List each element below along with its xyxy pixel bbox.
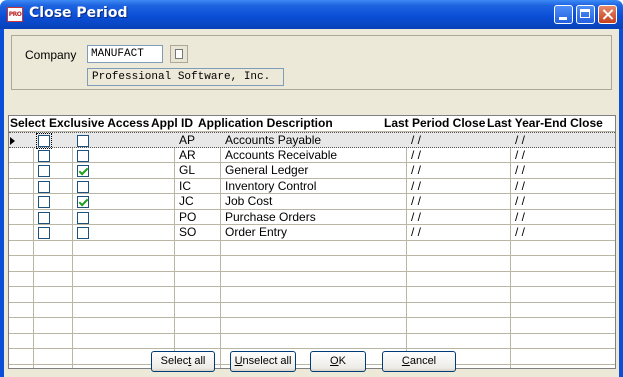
- application-description-cell: Purchase Orders: [225, 210, 316, 224]
- ok-button[interactable]: OK: [310, 351, 366, 372]
- company-label: Company: [25, 48, 77, 62]
- last-year-end-close-cell: / /: [515, 179, 526, 193]
- appl-id-cell: AP: [179, 133, 196, 147]
- appl-id-cell: SO: [179, 225, 197, 239]
- grid-row-line: [9, 348, 615, 349]
- table-row[interactable]: PO Purchase Orders / / / /: [9, 210, 615, 226]
- exclusive-access-checkbox[interactable]: [77, 196, 89, 208]
- col-header-last-year-end-close[interactable]: Last Year-End Close: [487, 116, 603, 131]
- window-frame-right: [619, 29, 623, 377]
- company-code-field[interactable]: MANUFACT: [87, 45, 163, 63]
- application-description-cell: Inventory Control: [225, 179, 317, 193]
- table-row[interactable]: AR Accounts Receivable / / / /: [9, 148, 615, 164]
- cancel-button[interactable]: Cancel: [382, 351, 456, 372]
- last-year-end-close-cell: / /: [515, 225, 526, 239]
- select-checkbox[interactable]: [38, 212, 50, 224]
- application-description-cell: Job Cost: [225, 194, 273, 208]
- table-row[interactable]: AP Accounts Payable / / / /: [9, 132, 615, 149]
- appl-id-cell: AR: [179, 148, 196, 162]
- select-all-button[interactable]: Select all: [151, 351, 215, 372]
- select-checkbox[interactable]: [38, 165, 50, 177]
- appl-id-cell: GL: [179, 163, 196, 177]
- last-period-close-cell: / /: [411, 148, 422, 162]
- grid-row-line: [9, 286, 615, 287]
- last-period-close-cell: / /: [411, 194, 422, 208]
- last-year-end-close-cell: / /: [515, 133, 526, 147]
- col-header-appl-id[interactable]: Appl ID: [151, 116, 193, 131]
- col-header-application-description[interactable]: Application Description: [198, 116, 333, 131]
- maximize-icon[interactable]: [576, 5, 595, 24]
- select-checkbox[interactable]: [38, 227, 50, 239]
- select-checkbox[interactable]: [38, 150, 50, 162]
- last-year-end-close-cell: / /: [515, 194, 526, 208]
- unselect-all-button[interactable]: Unselect all: [230, 351, 296, 372]
- col-header-select[interactable]: Select: [10, 116, 45, 131]
- table-row[interactable]: SO Order Entry / / / /: [9, 225, 615, 241]
- table-row[interactable]: GL General Ledger / / / /: [9, 163, 615, 179]
- last-year-end-close-cell: / /: [515, 148, 526, 162]
- grid-row-line: [9, 271, 615, 272]
- grid-row-line: [9, 255, 615, 256]
- col-header-last-period-close[interactable]: Last Period Close: [384, 116, 485, 131]
- close-icon[interactable]: [598, 5, 617, 24]
- grid-row-line: [9, 333, 615, 334]
- select-checkbox[interactable]: [38, 181, 50, 193]
- col-header-exclusive-access[interactable]: Exclusive Access: [49, 116, 149, 131]
- exclusive-access-checkbox[interactable]: [77, 165, 89, 177]
- table-row[interactable]: JC Job Cost / / / /: [9, 194, 615, 210]
- last-period-close-cell: / /: [411, 163, 422, 177]
- last-year-end-close-cell: / /: [515, 210, 526, 224]
- application-description-cell: General Ledger: [225, 163, 309, 177]
- exclusive-access-checkbox[interactable]: [77, 181, 89, 193]
- select-checkbox[interactable]: [38, 196, 50, 208]
- grid-row-line: [9, 317, 615, 318]
- last-period-close-cell: / /: [411, 210, 422, 224]
- minimize-icon[interactable]: [554, 5, 573, 24]
- exclusive-access-checkbox[interactable]: [77, 212, 89, 224]
- last-period-close-cell: / /: [411, 133, 422, 147]
- window-title: Close Period: [29, 5, 128, 21]
- exclusive-access-checkbox[interactable]: [77, 227, 89, 239]
- appl-id-cell: IC: [179, 179, 191, 193]
- last-year-end-close-cell: / /: [515, 163, 526, 177]
- exclusive-access-checkbox[interactable]: [77, 135, 89, 147]
- company-group: Company MANUFACT Professional Software, …: [11, 35, 612, 90]
- table-row[interactable]: IC Inventory Control / / / /: [9, 179, 615, 195]
- grid-row-line: [9, 302, 615, 303]
- appl-id-cell: PO: [179, 210, 197, 224]
- title-bar[interactable]: PRO Close Period: [0, 0, 623, 29]
- application-description-cell: Order Entry: [225, 225, 288, 239]
- select-checkbox[interactable]: [36, 133, 52, 149]
- applications-grid[interactable]: Select Exclusive Access Appl ID Applicat…: [8, 115, 616, 369]
- last-period-close-cell: / /: [411, 179, 422, 193]
- application-description-cell: Accounts Receivable: [225, 148, 338, 162]
- lookup-icon[interactable]: [170, 45, 188, 63]
- last-period-close-cell: / /: [411, 225, 422, 239]
- dialog-body: Company MANUFACT Professional Software, …: [4, 29, 619, 377]
- current-row-indicator-icon: [10, 137, 15, 145]
- application-description-cell: Accounts Payable: [225, 133, 322, 147]
- exclusive-access-checkbox[interactable]: [77, 150, 89, 162]
- app-icon[interactable]: PRO: [7, 7, 23, 22]
- company-name-field: Professional Software, Inc.: [87, 68, 284, 86]
- appl-id-cell: JC: [179, 194, 194, 208]
